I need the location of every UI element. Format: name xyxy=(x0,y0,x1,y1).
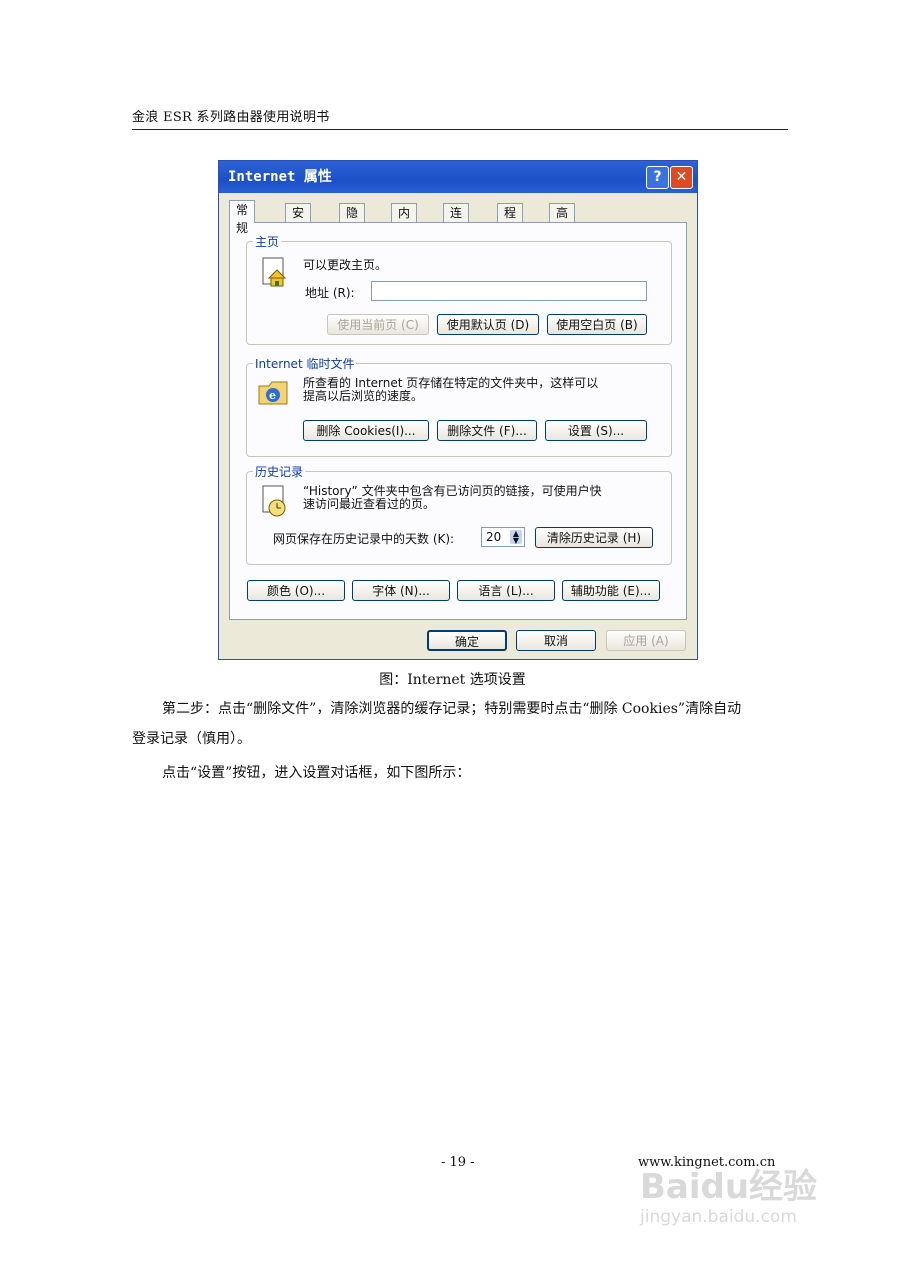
tab-privacy[interactable]: 隐私 xyxy=(339,203,366,238)
temp-files-description-2: 提高以后浏览的速度。 xyxy=(303,389,424,403)
internet-properties-dialog: Internet 属性 ? ✕ 常规 安全 隐私 内容 连接 程序 高级 主页 … xyxy=(218,160,698,660)
tab-advanced[interactable]: 高级 xyxy=(549,203,576,238)
tab-programs[interactable]: 程序 xyxy=(497,203,524,238)
languages-button[interactable]: 语言 (L)... xyxy=(457,580,555,601)
homepage-description: 可以更改主页。 xyxy=(303,258,388,272)
spinner-arrows-icon[interactable]: ▲ ▼ xyxy=(510,530,522,545)
paragraph-step2-line2: 登录记录（慎用）。 xyxy=(132,731,251,747)
temp-files-group: Internet 临时文件 e 所查看的 Internet 页存储在特定的文件夹… xyxy=(246,355,672,457)
address-input[interactable] xyxy=(371,281,647,301)
ok-button[interactable]: 确定 xyxy=(427,630,507,651)
help-button[interactable]: ? xyxy=(646,166,669,189)
tab-content[interactable]: 内容 xyxy=(391,203,418,238)
temp-files-group-title: Internet 临时文件 xyxy=(253,355,357,372)
tab-general[interactable]: 常规 xyxy=(229,200,256,235)
delete-cookies-button[interactable]: 删除 Cookies(I)... xyxy=(303,420,429,441)
fonts-button[interactable]: 字体 (N)... xyxy=(352,580,450,601)
general-tab-panel: 主页 可以更改主页。 地址 (R): 使用当前页 (C) 使用默认页 (D) 使… xyxy=(229,222,687,620)
accessibility-button[interactable]: 辅助功能 (E)... xyxy=(562,580,660,601)
tab-connections[interactable]: 连接 xyxy=(443,203,470,238)
paragraph-settings: 点击“设置”按钮，进入设置对话框，如下图所示： xyxy=(162,765,471,781)
use-default-page-button[interactable]: 使用默认页 (D) xyxy=(437,314,539,335)
tab-security[interactable]: 安全 xyxy=(285,203,312,238)
temp-files-description-1: 所查看的 Internet 页存储在特定的文件夹中，这样可以 xyxy=(303,376,599,390)
history-days-value: 20 xyxy=(486,530,502,544)
clear-history-button[interactable]: 清除历史记录 (H) xyxy=(535,527,653,548)
homepage-group-title: 主页 xyxy=(253,233,282,250)
history-description-1: “History” 文件夹中包含有已访问页的链接，可使用户快 xyxy=(303,484,602,498)
settings-button[interactable]: 设置 (S)... xyxy=(545,420,647,441)
cancel-button[interactable]: 取消 xyxy=(516,630,596,651)
colors-button[interactable]: 颜色 (O)... xyxy=(247,580,345,601)
watermark-site: jingyan.baidu.com xyxy=(640,1207,797,1227)
baidu-watermark: Baidu经验 jingyan.baidu.com xyxy=(640,1168,817,1228)
dialog-title: Internet 属性 xyxy=(228,169,332,185)
history-icon xyxy=(262,485,286,517)
address-label: 地址 (R): xyxy=(305,286,355,300)
dialog-title-bar: Internet 属性 ? ✕ xyxy=(219,161,697,193)
delete-files-button[interactable]: 删除文件 (F)... xyxy=(437,420,537,441)
use-current-page-button[interactable]: 使用当前页 (C) xyxy=(327,314,429,335)
history-days-stepper[interactable]: 20 ▲ ▼ xyxy=(481,527,525,547)
figure-caption: 图：Internet 选项设置 xyxy=(379,672,526,688)
paragraph-step2-line1: 第二步：点击“删除文件”，清除浏览器的缓存记录；特别需要时点击“删除 Cooki… xyxy=(162,701,742,717)
home-page-icon xyxy=(262,257,287,287)
history-group-title: 历史记录 xyxy=(253,463,306,480)
page-number: - 19 - xyxy=(441,1155,475,1170)
use-blank-page-button[interactable]: 使用空白页 (B) xyxy=(547,314,647,335)
ie-folder-icon: e xyxy=(258,381,288,405)
page-header: 金浪 ESR 系列路由器使用说明书 xyxy=(132,106,788,130)
svg-text:e: e xyxy=(269,389,276,402)
homepage-group: 主页 可以更改主页。 地址 (R): 使用当前页 (C) 使用默认页 (D) 使… xyxy=(246,233,672,345)
watermark-brand: Baidu经验 xyxy=(640,1167,818,1207)
close-button[interactable]: ✕ xyxy=(670,166,693,189)
history-days-label: 网页保存在历史记录中的天数 (K): xyxy=(273,532,455,546)
apply-button[interactable]: 应用 (A) xyxy=(606,630,686,651)
history-description-2: 速访问最近查看过的页。 xyxy=(303,497,436,511)
history-group: 历史记录 “History” 文件夹中包含有已访问页的链接，可使用户快 速访问最… xyxy=(246,463,672,565)
